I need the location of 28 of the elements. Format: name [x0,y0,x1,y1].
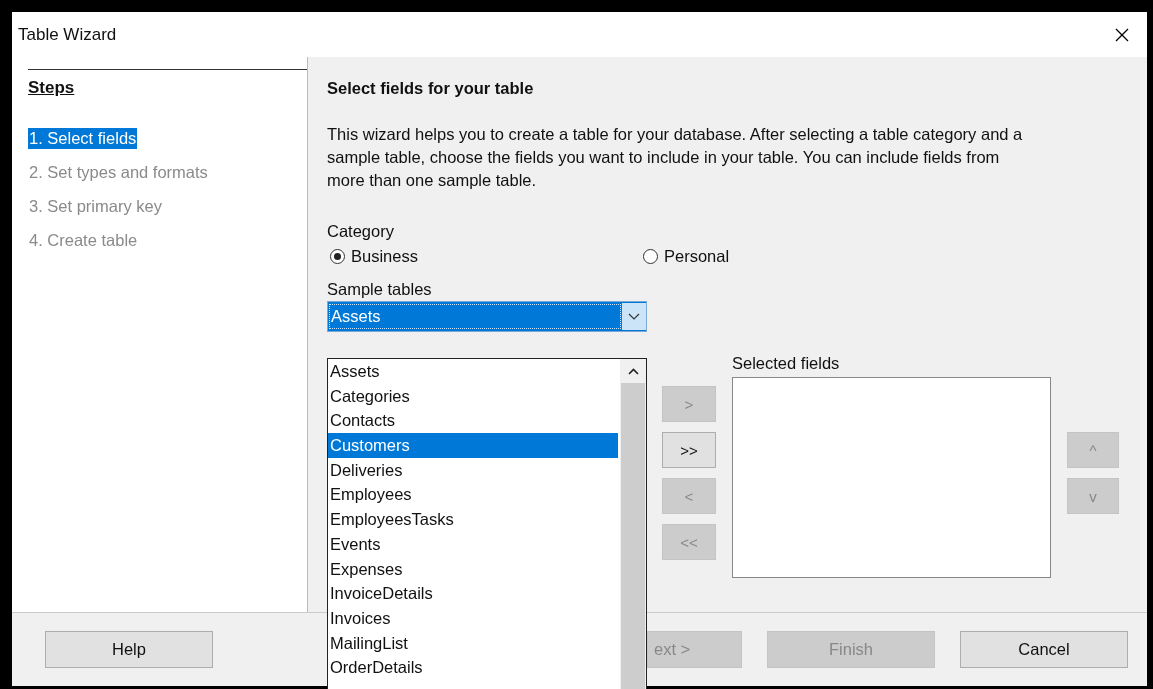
footer-button[interactable]: Help [45,631,213,668]
dropdown-option[interactable]: Invoices [328,605,620,631]
move-button[interactable]: >> [662,432,716,468]
sample-tables-label: Sample tables [327,280,433,299]
step-item[interactable]: 1. Select fields [28,128,138,149]
sample-tables-dropdown[interactable]: Assets [327,301,647,332]
dropdown-value: Assets [328,303,622,330]
dropdown-option[interactable]: InvoiceDetails [328,581,620,606]
window-title: Table Wizard [18,24,117,45]
dropdown-option[interactable]: MailingList [328,630,620,656]
dropdown-option[interactable]: Customers [328,433,618,458]
dropdown-option[interactable]: Expenses [328,556,620,582]
dropdown-option[interactable]: Contacts [328,408,620,434]
steps-heading: Steps [28,78,76,98]
dropdown-option[interactable]: Employees [328,482,620,508]
dropdown-option[interactable]: Categories [328,383,620,409]
radio-label[interactable]: Business [351,247,418,266]
selected-fields-label: Selected fields [732,354,841,373]
dropdown-option[interactable]: Deliveries [328,457,620,483]
footer-button[interactable]: Cancel [960,631,1128,668]
page-heading: Select fields for your table [327,79,535,98]
radio-label[interactable]: Personal [664,247,730,266]
dropdown-option[interactable]: EmployeesTasks [328,507,620,532]
category-label: Category [327,222,395,241]
description-text: This wizard helps you to create a table for your database. After selecting a table category and a sample table, choose the fields you want to include in your table. You can include fields from more than one sample table. [327,124,1024,191]
dropdown-option[interactable]: Events [328,531,620,557]
dropdown-option[interactable]: OrderDetails [328,655,620,680]
dropdown-option[interactable]: Assets [328,359,620,384]
